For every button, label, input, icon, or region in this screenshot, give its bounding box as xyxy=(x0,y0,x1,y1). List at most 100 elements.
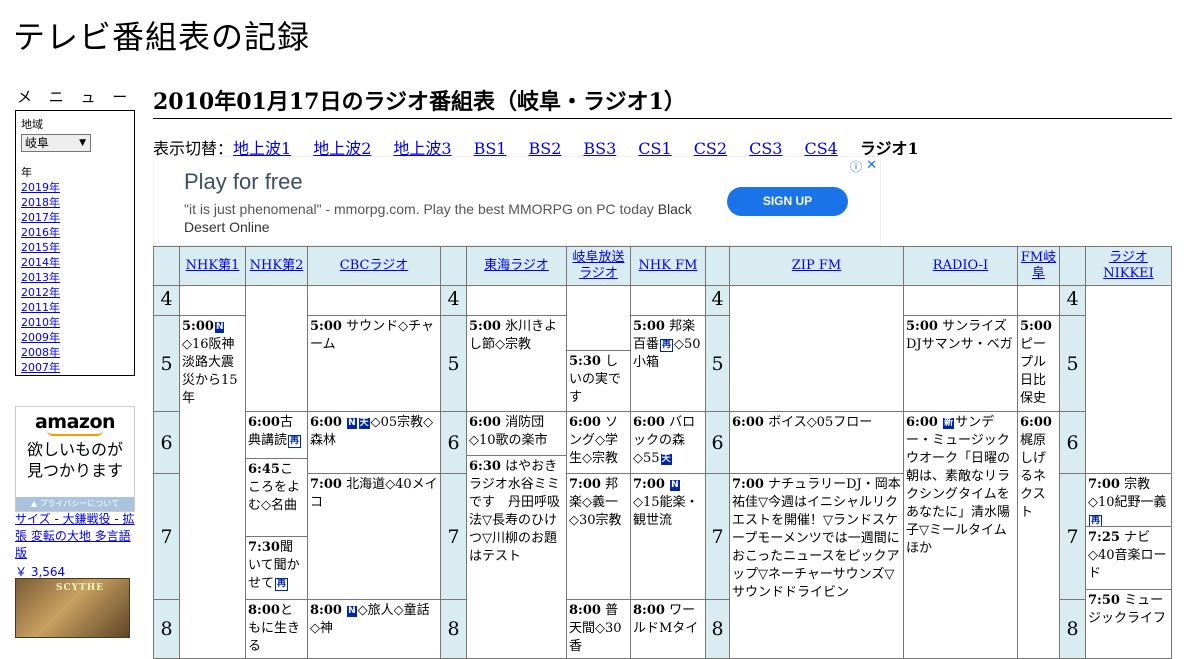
hour-7: 7 xyxy=(1059,473,1086,600)
program-nhk2-0600[interactable]: 6:00古典講読再 xyxy=(245,411,308,459)
ad-info-icon[interactable]: ⓘ xyxy=(850,158,862,175)
chevron-down-icon: ▼ xyxy=(79,138,86,148)
ad-signup-button[interactable]: SIGN UP xyxy=(727,187,848,216)
year-label: 年 xyxy=(21,166,32,179)
program-empty xyxy=(630,285,706,316)
menu-box: 地域 岐阜 ▼ 年 2019年 2018年 2017年 2016年 2015年 … xyxy=(15,110,135,376)
program-cbc-0600[interactable]: 6:00 N 天 ◇05宗教◇森林 xyxy=(307,411,441,474)
hour-8: 8 xyxy=(1059,599,1086,659)
program-tokai-0600[interactable]: 6:00 消防団◇10歌の楽市 xyxy=(466,411,567,456)
station-header-nhk1[interactable]: NHK第1 xyxy=(179,246,246,286)
program-radioi-0600[interactable]: 6:00 新サンデー・ミュージックウオーク「日曜の朝は、素敵なリラクシングタイム… xyxy=(903,411,1018,659)
program-fmgifu-0600[interactable]: 6:00 梶原しげるネクスト xyxy=(1017,411,1060,659)
sound-badge-icon: 天 xyxy=(358,418,370,429)
program-zip-0700[interactable]: 7:00 ナチュラリーDJ・岡本祐佳▽今週はイニシャルリクエストを開催！▽ランド… xyxy=(729,473,904,659)
amazon-ad-line2: 見つかります xyxy=(26,461,123,480)
program-nhk2-0645[interactable]: 6:45こころをよむ◇名曲 xyxy=(245,458,308,537)
year-link-2011[interactable]: 2011年 xyxy=(21,300,129,315)
program-nhkfm-0600[interactable]: 6:00 バロックの森◇55 天 xyxy=(630,411,706,474)
hour-5: 5 xyxy=(1059,315,1086,412)
station-header-nhkfm[interactable]: NHK FM xyxy=(630,246,706,286)
program-nhk2-0800[interactable]: 8:00ともに生きる xyxy=(245,599,308,659)
news-badge-icon: N xyxy=(670,480,680,491)
hour-8: 8 xyxy=(705,599,730,659)
header-spacer xyxy=(1059,246,1086,286)
station-header-zipfm[interactable]: ZIP FM xyxy=(729,246,904,286)
program-empty xyxy=(466,285,567,316)
program-empty xyxy=(1017,285,1060,316)
site-title: テレビ番組表の記録 xyxy=(13,18,311,56)
year-link-2009[interactable]: 2009年 xyxy=(21,330,129,345)
product-image[interactable]: SCYTHE xyxy=(15,578,130,638)
program-nhkfm-0800[interactable]: 8:00 ワールドMタイ xyxy=(630,599,706,659)
chevron-up-icon: ▲ xyxy=(30,499,40,508)
year-link-2013[interactable]: 2013年 xyxy=(21,270,129,285)
product-link[interactable]: サイズ - 大鎌戦役 - 拡張 変転の大地 多言語版 xyxy=(15,511,135,562)
game-ad-banner[interactable]: Play for free "it is just phenomenal" - … xyxy=(153,156,881,246)
page-title: 2010年01月17日のラジオ番組表（岐阜・ラジオ1） xyxy=(153,84,1172,119)
program-tokai-0630[interactable]: 6:30 はやおきラジオ水谷ミミです 丹田呼吸法▽長寿のひけつ▽川柳のお題はテス… xyxy=(466,455,567,659)
program-gifu-0800[interactable]: 8:00 普天間◇30香 xyxy=(566,599,631,659)
year-link-2014[interactable]: 2014年 xyxy=(21,255,129,270)
hour-8: 8 xyxy=(440,599,467,659)
program-gifu-0600[interactable]: 6:00 ソング◇学生◇宗教 xyxy=(566,411,631,474)
amazon-ad[interactable]: amazon 欲しいものが 見つかります ▲ プライバシーについて xyxy=(15,406,135,512)
program-zip-0600[interactable]: 6:00 ボイス◇05フロー xyxy=(729,411,904,474)
ad-close-icon[interactable]: ✕ xyxy=(866,157,877,173)
year-link-2010[interactable]: 2010年 xyxy=(21,315,129,330)
header-corner xyxy=(153,246,180,286)
program-cbc-0700[interactable]: 7:00 北海道◇40メイコ xyxy=(307,473,441,600)
news-badge-icon: N xyxy=(347,606,357,617)
year-link-2012[interactable]: 2012年 xyxy=(21,285,129,300)
program-tokai-0500[interactable]: 5:00 氷川きよし節◇宗教 xyxy=(466,315,567,412)
program-nikkei-0700[interactable]: 7:00 宗教◇10紀野一義再 xyxy=(1085,473,1172,527)
ad-text: "it is just phenomenal" - mmorpg.com. Pl… xyxy=(184,201,692,235)
program-nhk2-0730[interactable]: 7:30聞いて聞かせて再 xyxy=(245,536,308,600)
program-cbc-0800[interactable]: 8:00 N ◇旅人◇童話◇神 xyxy=(307,599,441,659)
hour-5: 5 xyxy=(440,315,467,412)
program-empty xyxy=(729,285,904,412)
amazon-privacy-link[interactable]: ▲ プライバシーについて xyxy=(16,497,134,511)
station-header-radioi[interactable]: RADIO-I xyxy=(903,246,1018,286)
program-cbc-0500[interactable]: 5:00 サウンド◇チャーム xyxy=(307,315,441,412)
year-link-2015[interactable]: 2015年 xyxy=(21,240,129,255)
region-label: 地域 xyxy=(21,118,43,131)
header-spacer xyxy=(705,246,730,286)
hour-4: 4 xyxy=(705,285,730,316)
product-image-text: SCYTHE xyxy=(56,583,105,593)
station-header-nhk2[interactable]: NHK第2 xyxy=(245,246,308,286)
sound-badge-icon: 天 xyxy=(660,454,672,465)
hour-4: 4 xyxy=(440,285,467,316)
program-nikkei-0725[interactable]: 7:25 ナビ◇40音楽ロード xyxy=(1085,526,1172,590)
program-nhkfm-0500[interactable]: 5:00 邦楽百番再 ◇50小箱 xyxy=(630,315,706,412)
program-gifu-0700[interactable]: 7:00 邦楽◇義一◇30宗教 xyxy=(566,473,631,600)
year-link-2016[interactable]: 2016年 xyxy=(21,225,129,240)
menu-heading: メ ニ ュ ー xyxy=(17,88,134,106)
station-header-tokai[interactable]: 東海ラジオ xyxy=(466,246,567,286)
hour-4: 4 xyxy=(153,285,180,316)
program-empty xyxy=(566,285,631,351)
year-link-2018[interactable]: 2018年 xyxy=(21,195,129,210)
program-fmgifu-0500[interactable]: 5:00 ピープル日比保史 xyxy=(1017,315,1060,412)
program-nhk1-0500[interactable]: 5:00 N◇16阪神淡路大震災から15年 xyxy=(179,315,246,659)
repeat-badge-icon: 再 xyxy=(288,435,302,448)
program-radioi-0500[interactable]: 5:00 サンライズDJサマンサ・ベガ xyxy=(903,315,1018,412)
region-select-value: 岐阜 xyxy=(25,136,50,150)
hour-8: 8 xyxy=(153,599,180,659)
region-select[interactable]: 岐阜 ▼ xyxy=(21,134,91,152)
program-nhkfm-0700[interactable]: 7:00 N◇15能楽・観世流 xyxy=(630,473,706,600)
station-header-gifu[interactable]: 岐阜放送ラジオ xyxy=(566,246,631,286)
station-header-fmgifu[interactable]: FM岐阜 xyxy=(1017,246,1060,286)
station-header-cbc[interactable]: CBCラジオ xyxy=(307,246,441,286)
year-link-2017[interactable]: 2017年 xyxy=(21,210,129,225)
hour-5: 5 xyxy=(153,315,180,412)
header-spacer xyxy=(440,246,467,286)
year-link-2019[interactable]: 2019年 xyxy=(21,180,129,195)
program-empty xyxy=(903,285,1018,316)
program-gifu-0530[interactable]: 5:30 しいの実です xyxy=(566,350,631,412)
year-link-2007[interactable]: 2007年 xyxy=(21,360,129,375)
station-header-nikkei[interactable]: ラジオNIKKEI xyxy=(1085,246,1172,286)
program-nikkei-0750[interactable]: 7:50 ミュージックライフ xyxy=(1085,589,1172,659)
hour-6: 6 xyxy=(153,411,180,474)
year-link-2008[interactable]: 2008年 xyxy=(21,345,129,360)
